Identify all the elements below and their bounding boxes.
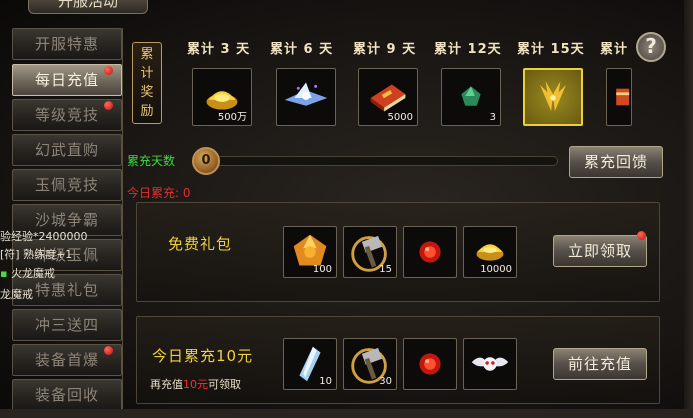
chat-line: [符] 熟练度+1 xyxy=(0,248,73,261)
pack-title: 免费礼包 xyxy=(168,235,233,253)
sidebar-item-kaifu-tehui[interactable]: 开服特惠 xyxy=(12,28,122,60)
slot-count: 10000 xyxy=(480,264,512,275)
notification-dot xyxy=(637,231,646,240)
recharge-feedback-button[interactable]: 累充回馈 xyxy=(569,146,663,178)
winged-skull-icon xyxy=(471,357,509,371)
cumulative-reward-text: 累计奖励 xyxy=(140,47,154,119)
reward-slot[interactable] xyxy=(276,68,336,126)
slot-count: 30 xyxy=(379,376,392,387)
progress-label: 累充天数 xyxy=(127,154,176,168)
chat-item-name: 火龙魔戒 xyxy=(10,267,55,280)
slot-count: 100 xyxy=(312,264,332,275)
pack-item-slot[interactable] xyxy=(403,226,457,278)
scroll-icon xyxy=(616,88,630,106)
sidebar-item-recycle[interactable]: 装备回收 xyxy=(12,379,122,411)
chat-line: 验经验*2400000 xyxy=(0,230,88,243)
reward-slot[interactable]: 500万 xyxy=(192,68,252,126)
slot-count: 10 xyxy=(319,376,332,387)
pack-item-slot[interactable]: 15 xyxy=(343,226,397,278)
cumulative-reward-label: 累计奖励 xyxy=(132,42,162,124)
pack-subtitle-amount: 10元 xyxy=(183,378,208,391)
pack-item-slot[interactable]: 10000 xyxy=(463,226,517,278)
day-label: 累计 9 天 xyxy=(353,42,417,57)
progress-track xyxy=(200,156,558,166)
day-label: 累计 15天 xyxy=(517,42,585,57)
day-label: 累计 xyxy=(600,42,629,57)
golden-wings-icon xyxy=(539,81,567,111)
crystal-shards-icon xyxy=(284,82,328,106)
pack-item-slot[interactable]: 30 xyxy=(343,338,397,390)
reward-slot[interactable] xyxy=(606,68,632,126)
go-recharge-button[interactable]: 前往充值 xyxy=(553,348,647,380)
sidebar-item-huanwu-direct[interactable]: 幻武直购 xyxy=(12,134,122,166)
slot-count: 500万 xyxy=(217,112,247,123)
slot-count: 15 xyxy=(379,264,392,275)
pack-item-slot[interactable]: 10 xyxy=(283,338,337,390)
window-border xyxy=(0,409,693,418)
day-label: 累计 12天 xyxy=(434,42,502,57)
today-total: 今日累充: 0 xyxy=(127,184,191,201)
help-button[interactable]: ? xyxy=(636,32,666,62)
sidebar-item-yupei-race[interactable]: 玉佩竞技 xyxy=(12,169,122,201)
window-border xyxy=(684,0,693,418)
reward-slot-highlighted[interactable] xyxy=(523,68,583,126)
chat-line: 龙魔戒 xyxy=(0,288,33,301)
chat-line: ▪ 火龙魔戒 xyxy=(0,267,55,280)
red-orb-icon xyxy=(419,241,441,263)
reward-slot[interactable]: 3 xyxy=(441,68,501,126)
reward-slot[interactable]: 5000 xyxy=(358,68,418,126)
pack-subtitle: 再充值10元可领取 xyxy=(150,376,241,392)
pack-item-slot[interactable] xyxy=(403,338,457,390)
activity-window: 开服活动 开服特惠 每日充值 等级竞技 幻武直购 玉佩竞技 沙城争霸 冲级玉佩 … xyxy=(0,0,693,418)
day-label: 累计 3 天 xyxy=(187,42,251,57)
today-total-label: 今日累充: xyxy=(127,186,180,200)
sidebar-item-buy3get4[interactable]: 冲三送四 xyxy=(12,309,122,341)
pack-title: 今日累充10元 xyxy=(152,347,254,365)
pack-item-slot[interactable] xyxy=(463,338,517,390)
today-total-value: 0 xyxy=(182,186,191,200)
progress-value: 0 xyxy=(192,147,220,175)
pack-subtitle-prefix: 再充值 xyxy=(150,378,183,391)
notification-dot xyxy=(104,66,113,75)
window-title: 开服活动 xyxy=(28,0,148,14)
notification-dot xyxy=(104,101,113,110)
slot-count: 5000 xyxy=(387,112,413,123)
notification-dot xyxy=(104,346,113,355)
pack-item-slot[interactable]: 100 xyxy=(283,226,337,278)
pack-subtitle-suffix: 可领取 xyxy=(208,378,241,391)
claim-now-button[interactable]: 立即领取 xyxy=(553,235,647,267)
red-orb-icon xyxy=(419,353,441,375)
day-label: 累计 6 天 xyxy=(270,42,334,57)
slot-count: 3 xyxy=(489,112,496,123)
sidebar: 开服特惠 每日充值 等级竞技 幻武直购 玉佩竞技 沙城争霸 冲级玉佩 特惠礼包 … xyxy=(12,28,122,416)
